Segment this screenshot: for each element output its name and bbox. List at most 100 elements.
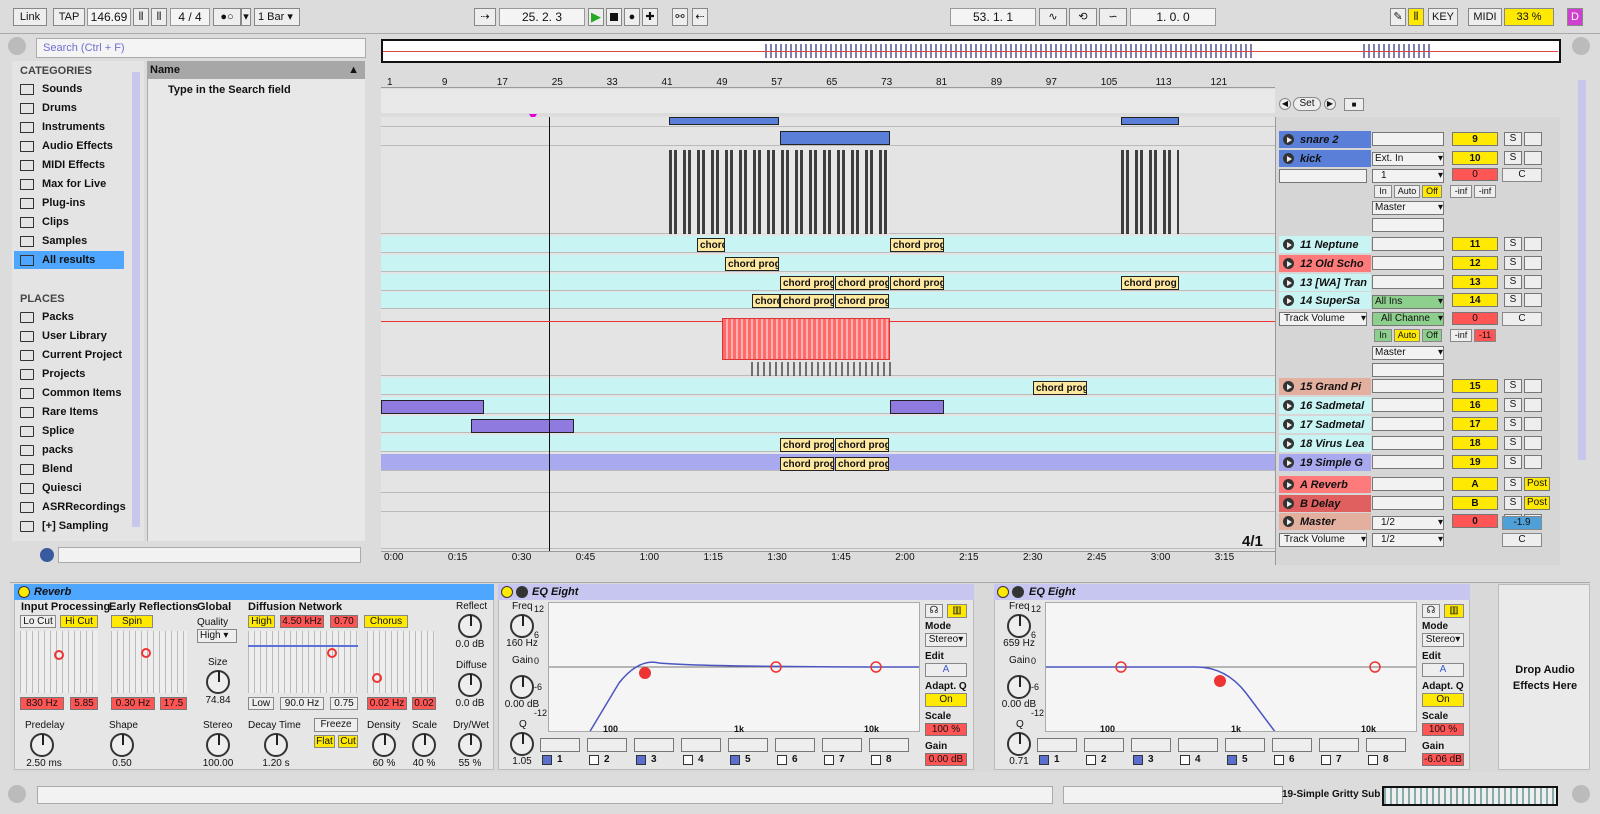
- arm-button[interactable]: [1524, 455, 1542, 469]
- supersa-volume[interactable]: 0: [1452, 312, 1498, 325]
- eq2-display[interactable]: [1045, 602, 1417, 732]
- solo-button[interactable]: S: [1504, 256, 1522, 270]
- eq1-gain2-value[interactable]: 0.00 dB: [925, 753, 967, 766]
- predelay-knob[interactable]: [30, 733, 54, 757]
- track-lane[interactable]: [381, 513, 1275, 549]
- post-button[interactable]: Post: [1524, 496, 1550, 510]
- supersa-automation-lane-select[interactable]: Track Volume ▾: [1279, 312, 1367, 326]
- supersa-in-button[interactable]: In: [1374, 329, 1392, 342]
- diffusion-display[interactable]: [248, 631, 358, 693]
- link-button[interactable]: Link: [13, 8, 47, 26]
- eq1-band-shape-select[interactable]: [587, 738, 627, 752]
- hotswap-icon[interactable]: [40, 548, 54, 562]
- arrangement-clip[interactable]: [1121, 117, 1179, 125]
- category-item[interactable]: Drums: [20, 99, 128, 117]
- arm-button[interactable]: [1524, 132, 1542, 146]
- arrangement-clip[interactable]: chord prog: [780, 438, 834, 452]
- place-item[interactable]: Current Project: [20, 346, 128, 364]
- place-item[interactable]: User Library: [20, 327, 128, 345]
- density-knob[interactable]: [372, 733, 396, 757]
- track-header[interactable]: kick: [1279, 150, 1371, 167]
- place-item[interactable]: Packs: [20, 308, 128, 326]
- eq2-q-knob[interactable]: [1007, 732, 1031, 756]
- arm-button[interactable]: [1524, 398, 1542, 412]
- chorus-display[interactable]: [367, 631, 435, 693]
- er-freq[interactable]: 0.30 Hz: [111, 697, 155, 710]
- input-freq[interactable]: 830 Hz: [20, 697, 64, 710]
- track-number[interactable]: 12: [1452, 256, 1498, 270]
- eq1-band-shape-select[interactable]: [681, 738, 721, 752]
- track-play-icon[interactable]: [1283, 419, 1294, 430]
- eq2-edit-a[interactable]: A: [1422, 663, 1464, 677]
- eq2-mode-select[interactable]: Stereo▾: [1422, 633, 1464, 647]
- eq2-band-toggle[interactable]: [1180, 755, 1190, 765]
- nudge-up-icon[interactable]: ⦀: [151, 8, 167, 26]
- eq2-band-toggle[interactable]: [1368, 755, 1378, 765]
- category-item[interactable]: Instruments: [20, 118, 128, 136]
- eq2-band-toggle[interactable]: [1086, 755, 1096, 765]
- eq1-band-toggle[interactable]: [777, 755, 787, 765]
- track-io-slot[interactable]: [1372, 496, 1444, 510]
- punch-out-icon[interactable]: ∽: [1099, 8, 1127, 26]
- eq1-band-toggle[interactable]: [589, 755, 599, 765]
- track-header[interactable]: Master: [1279, 513, 1371, 530]
- cut-button[interactable]: Cut: [338, 735, 358, 748]
- eq2-gain2-value[interactable]: -6.06 dB: [1422, 753, 1464, 766]
- arm-button[interactable]: [1524, 379, 1542, 393]
- eq2-band-shape-select[interactable]: [1178, 738, 1218, 752]
- category-item[interactable]: Sounds: [20, 80, 128, 98]
- follow-icon[interactable]: ⇢: [474, 8, 496, 26]
- supersa-pan[interactable]: C: [1502, 312, 1542, 326]
- stereo-knob[interactable]: [206, 733, 230, 757]
- eq1-band-toggle[interactable]: [683, 755, 693, 765]
- input-filter-display[interactable]: [20, 631, 98, 693]
- eq1-spectrum-icon[interactable]: ▥: [947, 604, 967, 618]
- arm-button[interactable]: [1524, 293, 1542, 307]
- solo-button[interactable]: S: [1504, 477, 1522, 491]
- computer-keyboard-icon[interactable]: ⦀: [1408, 8, 1424, 26]
- track-number[interactable]: 10: [1452, 151, 1498, 165]
- size-knob[interactable]: [206, 670, 230, 694]
- eq2-headphone-icon[interactable]: ☊: [1422, 604, 1440, 618]
- supersa-off-button[interactable]: Off: [1422, 329, 1442, 342]
- arrangement-clip[interactable]: chord prog: [890, 238, 944, 252]
- browser-toggle-icon[interactable]: [8, 37, 26, 55]
- eq1-freq-knob[interactable]: [510, 614, 534, 638]
- eq2-gain-knob[interactable]: [1007, 675, 1031, 699]
- position-field[interactable]: 25. 2. 3: [499, 8, 585, 26]
- automation-dense-clip[interactable]: [722, 318, 890, 360]
- arrangement-clip[interactable]: chord: [697, 238, 725, 252]
- track-header[interactable]: 16 Sadmetal: [1279, 397, 1371, 414]
- chorus-handle-icon[interactable]: [372, 673, 382, 683]
- detail-toggle-icon[interactable]: [1572, 785, 1590, 803]
- browser-search[interactable]: Search (Ctrl + F): [36, 38, 366, 58]
- track-header[interactable]: 12 Old Scho: [1279, 255, 1371, 272]
- place-item[interactable]: Quiesci: [20, 479, 128, 497]
- metronome-icon[interactable]: ●○: [213, 8, 241, 26]
- track-number[interactable]: 18: [1452, 436, 1498, 450]
- arrangement-clip[interactable]: chord prog: [835, 438, 889, 452]
- eq1-band-toggle[interactable]: [730, 755, 740, 765]
- arm-button[interactable]: [1524, 417, 1542, 431]
- arrangement-clip[interactable]: chord prog: [780, 294, 834, 308]
- eq1-band-shape-select[interactable]: [728, 738, 768, 752]
- eq1-band-shape-select[interactable]: [634, 738, 674, 752]
- track-header[interactable]: 13 [WA] Tran: [1279, 274, 1371, 291]
- track-io-slot[interactable]: [1372, 237, 1444, 251]
- arm-button[interactable]: [1524, 436, 1542, 450]
- post-button[interactable]: Post: [1524, 477, 1550, 491]
- arrangement-clip[interactable]: chord prog: [835, 457, 889, 471]
- track-number[interactable]: 15: [1452, 379, 1498, 393]
- supersa-input-type[interactable]: All Ins ▾: [1372, 295, 1444, 309]
- track-play-icon[interactable]: [1283, 381, 1294, 392]
- eq1-headphone-icon[interactable]: ☊: [925, 604, 943, 618]
- eq1-power-icon[interactable]: [501, 586, 513, 598]
- metronome-menu-icon[interactable]: ▾: [241, 8, 251, 26]
- eq1-band-toggle[interactable]: [636, 755, 646, 765]
- solo-button[interactable]: S: [1504, 379, 1522, 393]
- chorus-button[interactable]: Chorus: [364, 615, 408, 628]
- track-lane[interactable]: [381, 255, 1275, 272]
- track-lane[interactable]: [381, 397, 1275, 414]
- arrangement-clip[interactable]: chord prog: [835, 276, 889, 290]
- track-header[interactable]: 15 Grand Pi: [1279, 378, 1371, 395]
